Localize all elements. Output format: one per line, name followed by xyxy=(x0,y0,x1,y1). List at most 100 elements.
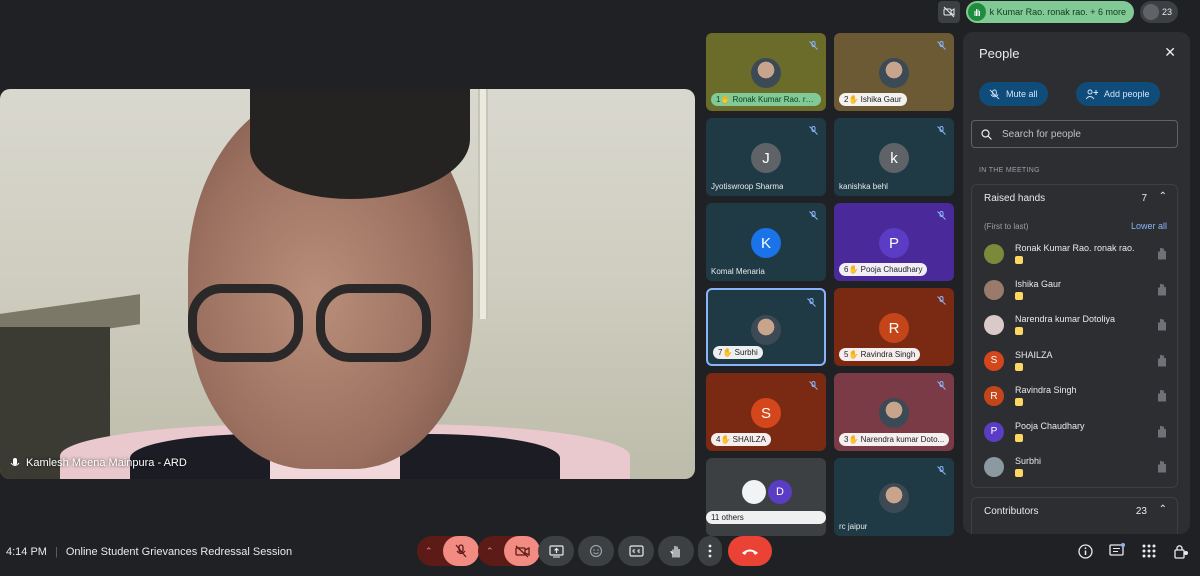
chevron-up-icon[interactable]: ⌃ xyxy=(1159,504,1167,515)
meeting-details-button[interactable] xyxy=(1076,542,1094,560)
avatar: S xyxy=(984,350,1004,371)
more-options-button[interactable] xyxy=(698,536,722,566)
order-note: (First to last) xyxy=(984,222,1029,231)
search-input[interactable]: Search for people xyxy=(971,120,1178,148)
lower-hand-icon[interactable] xyxy=(1155,353,1169,367)
captions-icon xyxy=(628,545,644,557)
chevron-up-icon[interactable]: ⌃ xyxy=(1159,191,1167,202)
chevron-up-icon[interactable]: ⌃ xyxy=(486,546,494,557)
avatar xyxy=(1142,4,1159,20)
participant-name: Ronak Kumar Rao. ronak rao. xyxy=(1015,243,1135,253)
participant-name: Ishika Gaur xyxy=(1015,278,1062,289)
avatar xyxy=(984,244,1004,264)
lower-hand-icon[interactable] xyxy=(1155,246,1169,260)
mic-control[interactable]: ⌃ xyxy=(417,536,479,566)
present-screen-icon xyxy=(548,544,564,557)
speaker-name: Kamlesh Meena Mainpura - ARD xyxy=(26,457,187,469)
activities-button[interactable] xyxy=(1140,542,1158,560)
participant-tile[interactable]: 3✋ Narendra kumar Doto... xyxy=(834,373,954,451)
list-item[interactable]: R Ravindra Singh xyxy=(984,383,1169,411)
camera-control[interactable]: ⌃ xyxy=(478,536,540,566)
participant-tile[interactable]: 1✋ Ronak Kumar Rao. ron... xyxy=(706,33,826,111)
avatar xyxy=(984,315,1004,335)
participant-name: Surbhi xyxy=(1015,456,1042,466)
lower-all-button[interactable]: Lower all xyxy=(1131,221,1167,231)
participant-name: Pooja Chaudhary xyxy=(1015,420,1085,431)
participant-tile[interactable]: R 5✋ Ravindra Singh xyxy=(834,288,954,366)
avatar xyxy=(751,315,781,345)
participant-tile[interactable]: P 6✋ Pooja Chaudhary xyxy=(834,203,954,281)
list-item[interactable]: P Pooja Chaudhary xyxy=(984,419,1169,447)
participant-tile[interactable]: 7✋ Surbhi xyxy=(706,288,826,366)
camera-off-icon[interactable] xyxy=(937,1,960,23)
participant-tile[interactable]: rc jaipur xyxy=(834,458,954,536)
list-item[interactable]: Surbhi xyxy=(984,454,1169,482)
present-button[interactable] xyxy=(538,536,574,566)
lock-person-icon xyxy=(1173,545,1188,559)
mic-off-icon xyxy=(806,378,820,392)
captions-button[interactable] xyxy=(618,536,654,566)
camera-toggle-button[interactable] xyxy=(504,536,540,566)
participant-name: 1✋ Ronak Kumar Rao. ron... xyxy=(711,93,821,106)
raised-hands-count: 7 xyxy=(1141,193,1147,204)
mic-off-icon xyxy=(806,38,820,52)
mute-all-button[interactable]: Mute all xyxy=(979,82,1048,106)
hand-icon xyxy=(670,545,680,558)
add-people-button[interactable]: Add people xyxy=(1076,82,1160,106)
contributors-count: 23 xyxy=(1135,506,1147,517)
participant-tile[interactable]: S 4✋ SHAILZA xyxy=(706,373,826,451)
chat-button[interactable] xyxy=(1108,542,1126,560)
mic-off-icon xyxy=(934,463,948,477)
meeting-title: Online Student Grievances Redressal Sess… xyxy=(65,546,293,558)
participant-name: 4✋ SHAILZA xyxy=(711,433,771,446)
participant-tile[interactable]: K Komal Menaria xyxy=(706,203,826,281)
participant-tile[interactable]: k kanishka behl xyxy=(834,118,954,196)
hand-icon xyxy=(967,3,986,21)
mic-off-icon xyxy=(455,544,467,558)
participant-name: rc jaipur xyxy=(839,522,868,531)
list-item[interactable]: Ronak Kumar Rao. ronak rao. xyxy=(984,241,1169,269)
contributors-header[interactable]: Contributors xyxy=(984,506,1038,517)
raised-hands-header[interactable]: Raised hands xyxy=(984,193,1045,204)
avatar xyxy=(984,279,1004,300)
participant-name: 11 others xyxy=(706,511,826,524)
participant-tile[interactable]: 2✋ Ishika Gaur xyxy=(834,33,954,111)
raised-hand-badge-icon xyxy=(1015,256,1023,264)
host-controls-button[interactable] xyxy=(1172,542,1190,560)
participant-tile[interactable]: J Jyotiswroop Sharma xyxy=(706,118,826,196)
mute-all-label: Mute all xyxy=(1006,89,1038,99)
raise-hand-button[interactable] xyxy=(658,536,694,566)
list-item[interactable]: Ishika Gaur xyxy=(984,277,1169,305)
list-item[interactable]: S SHAILZA xyxy=(984,348,1169,376)
raised-hand-badge-icon xyxy=(1015,469,1023,477)
lower-hand-icon[interactable] xyxy=(1155,424,1169,438)
leave-call-button[interactable] xyxy=(728,536,772,566)
main-speaker-video[interactable]: Kamlesh Meena Mainpura - ARD xyxy=(0,89,695,479)
avatar xyxy=(984,457,1004,477)
lower-hand-icon[interactable] xyxy=(1155,282,1169,296)
raised-hand-badge-icon xyxy=(1015,362,1023,371)
participant-tile[interactable]: D 11 others xyxy=(706,458,826,536)
list-item[interactable]: Narendra kumar Dotoliya xyxy=(984,312,1169,340)
participant-name: 6✋ Pooja Chaudhary xyxy=(839,263,928,276)
avatar: k xyxy=(879,143,909,173)
close-icon[interactable]: ✕ xyxy=(1164,44,1176,61)
raised-hands-chip[interactable]: k Kumar Rao. ronak rao. + 6 more xyxy=(965,1,1134,23)
mic-off-icon xyxy=(934,208,948,222)
avatar: P xyxy=(879,228,909,258)
mic-toggle-button[interactable] xyxy=(443,536,479,566)
participant-count-chip[interactable]: 23 xyxy=(1139,1,1178,23)
lower-hand-icon[interactable] xyxy=(1155,459,1169,473)
mic-off-icon xyxy=(934,378,948,392)
chat-icon xyxy=(1109,543,1125,556)
participant-name: Ravindra Singh xyxy=(1015,385,1077,395)
people-panel-title: People xyxy=(979,46,1020,61)
lower-hand-icon[interactable] xyxy=(1155,317,1169,331)
lower-hand-icon[interactable] xyxy=(1155,388,1169,402)
participant-name: kanishka behl xyxy=(839,182,888,191)
hang-up-icon xyxy=(742,549,758,555)
raised-hands-chip-text: k Kumar Rao. ronak rao. + 6 more xyxy=(989,7,1126,17)
reactions-button[interactable] xyxy=(578,536,614,566)
raised-hands-section: Raised hands 7 ⌃ (First to last) Lower a… xyxy=(971,184,1178,488)
chevron-up-icon[interactable]: ⌃ xyxy=(425,546,433,557)
